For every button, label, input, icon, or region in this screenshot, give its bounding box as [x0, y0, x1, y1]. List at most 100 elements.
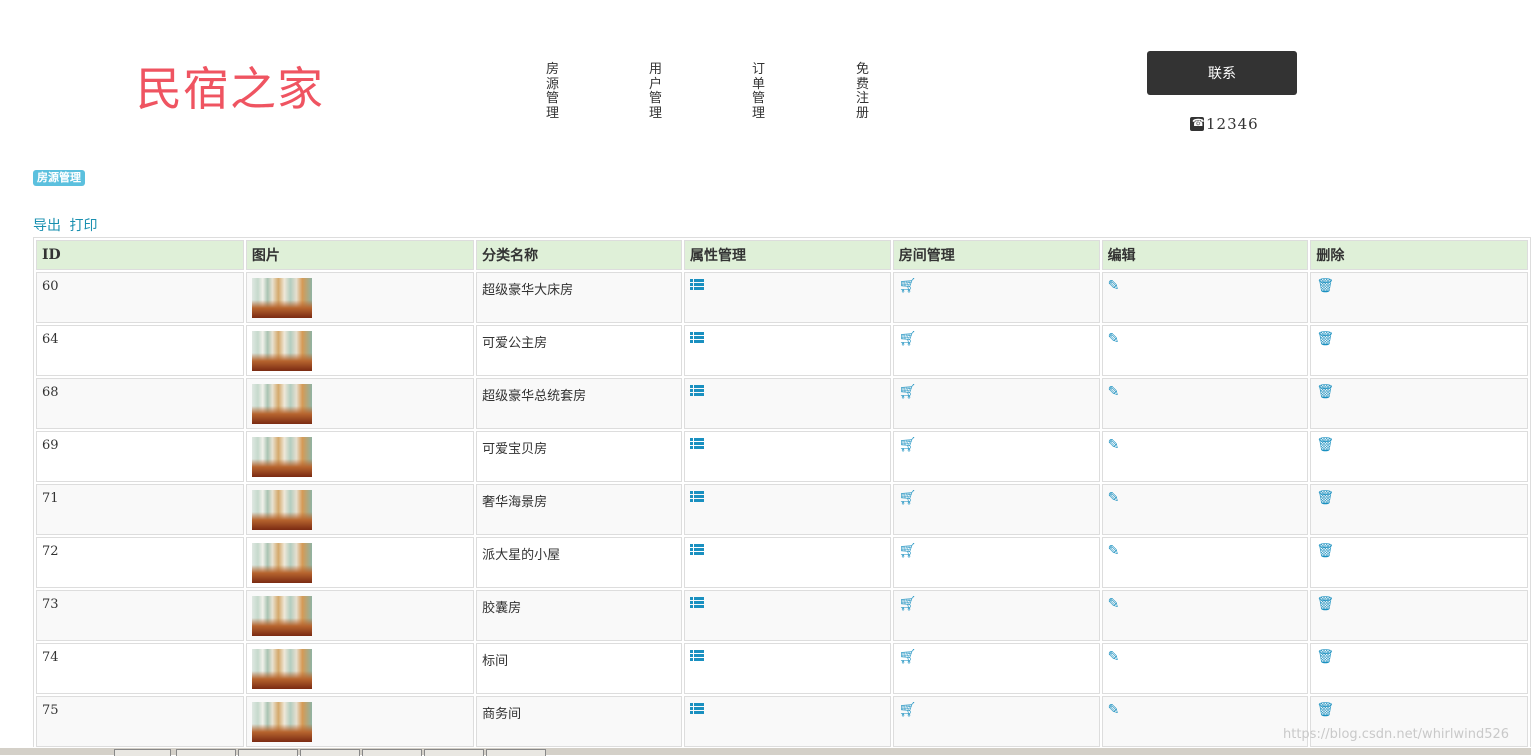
- room-thumbnail[interactable]: [251, 649, 312, 689]
- phone-number: 12346: [1206, 115, 1259, 133]
- cell-id: 74: [36, 643, 244, 694]
- cart-icon[interactable]: 🛒︎: [899, 279, 917, 293]
- cart-icon[interactable]: 🛒︎: [899, 544, 917, 558]
- cell-attr: [683, 537, 891, 588]
- edit-icon[interactable]: ✎: [1108, 491, 1120, 505]
- cell-attr: [683, 484, 891, 535]
- trash-icon[interactable]: 🗑︎: [1316, 491, 1334, 505]
- cell-edit: ✎: [1101, 325, 1309, 376]
- taskbar-button[interactable]: [424, 749, 484, 756]
- export-link[interactable]: 导出: [33, 218, 61, 234]
- table-row: 71 奢华海景房 🛒︎ ✎ 🗑︎: [36, 484, 1528, 535]
- trash-icon[interactable]: 🗑︎: [1316, 279, 1334, 293]
- taskbar-button[interactable]: [114, 749, 171, 756]
- cell-attr: [683, 696, 891, 747]
- cell-category-name: 派大星的小屋: [476, 537, 682, 588]
- trash-icon[interactable]: 🗑︎: [1316, 332, 1334, 346]
- cell-category-name: 奢华海景房: [476, 484, 682, 535]
- cell-category-name: 标间: [476, 643, 682, 694]
- room-thumbnail[interactable]: [251, 702, 312, 742]
- cell-id: 60: [36, 272, 244, 323]
- cell-edit: ✎: [1101, 272, 1309, 323]
- cell-attr: [683, 325, 891, 376]
- trash-icon[interactable]: 🗑︎: [1316, 597, 1334, 611]
- taskbar-button[interactable]: [176, 749, 236, 756]
- cell-room: 🛒︎: [892, 431, 1100, 482]
- room-thumbnail[interactable]: [251, 278, 312, 318]
- print-link[interactable]: 打印: [69, 218, 97, 234]
- nav-house-management[interactable]: 房源管理: [546, 62, 566, 121]
- cell-room: 🛒︎: [892, 272, 1100, 323]
- cell-attr: [683, 643, 891, 694]
- cell-image: [245, 431, 475, 482]
- room-thumbnail[interactable]: [251, 331, 312, 371]
- list-icon[interactable]: [689, 332, 704, 343]
- cell-image: [245, 325, 475, 376]
- room-thumbnail[interactable]: [251, 596, 312, 636]
- cell-attr: [683, 590, 891, 641]
- trash-icon[interactable]: 🗑︎: [1316, 703, 1334, 717]
- list-icon[interactable]: [689, 597, 704, 608]
- taskbar-button[interactable]: [486, 749, 546, 756]
- cell-category-name: 可爱公主房: [476, 325, 682, 376]
- trash-icon[interactable]: 🗑︎: [1316, 438, 1334, 452]
- edit-icon[interactable]: ✎: [1108, 703, 1120, 717]
- edit-icon[interactable]: ✎: [1108, 332, 1120, 346]
- list-icon[interactable]: [689, 703, 704, 714]
- cell-image: [245, 537, 475, 588]
- edit-icon[interactable]: ✎: [1108, 279, 1120, 293]
- cell-room: 🛒︎: [892, 590, 1100, 641]
- cell-image: [245, 590, 475, 641]
- table-row: 60 超级豪华大床房 🛒︎ ✎ 🗑︎: [36, 272, 1528, 323]
- trash-icon[interactable]: 🗑︎: [1316, 650, 1334, 664]
- col-header-id: ID: [36, 240, 244, 270]
- room-thumbnail[interactable]: [251, 437, 312, 477]
- contact-button[interactable]: 联系: [1147, 51, 1297, 95]
- room-thumbnail[interactable]: [251, 384, 312, 424]
- cell-image: [245, 643, 475, 694]
- section-badge: 房源管理: [33, 170, 85, 186]
- cell-id: 69: [36, 431, 244, 482]
- cart-icon[interactable]: 🛒︎: [899, 597, 917, 611]
- trash-icon[interactable]: 🗑︎: [1316, 385, 1334, 399]
- cell-delete: 🗑︎: [1310, 272, 1528, 323]
- edit-icon[interactable]: ✎: [1108, 650, 1120, 664]
- cell-id: 73: [36, 590, 244, 641]
- watermark: https://blog.csdn.net/whirlwind526: [1283, 727, 1510, 742]
- list-icon[interactable]: [689, 279, 704, 290]
- edit-icon[interactable]: ✎: [1108, 544, 1120, 558]
- cart-icon[interactable]: 🛒︎: [899, 650, 917, 664]
- taskbar-button[interactable]: [362, 749, 422, 756]
- cart-icon[interactable]: 🛒︎: [899, 385, 917, 399]
- cell-delete: 🗑︎: [1310, 590, 1528, 641]
- list-icon[interactable]: [689, 438, 704, 449]
- list-icon[interactable]: [689, 650, 704, 661]
- nav-order-management[interactable]: 订单管理: [752, 62, 772, 121]
- cart-icon[interactable]: 🛒︎: [899, 703, 917, 717]
- taskbar-button[interactable]: [300, 749, 360, 756]
- cart-icon[interactable]: 🛒︎: [899, 332, 917, 346]
- cell-room: 🛒︎: [892, 378, 1100, 429]
- site-logo[interactable]: 民宿之家: [136, 58, 324, 120]
- cart-icon[interactable]: 🛒︎: [899, 438, 917, 452]
- cell-image: [245, 696, 475, 747]
- list-icon[interactable]: [689, 544, 704, 555]
- room-thumbnail[interactable]: [251, 490, 312, 530]
- phone-icon: [1190, 117, 1205, 131]
- list-icon[interactable]: [689, 491, 704, 502]
- cart-icon[interactable]: 🛒︎: [899, 491, 917, 505]
- cell-image: [245, 484, 475, 535]
- edit-icon[interactable]: ✎: [1108, 385, 1120, 399]
- list-icon[interactable]: [689, 385, 704, 396]
- nav-user-management[interactable]: 用户管理: [649, 62, 669, 121]
- table-row: 68 超级豪华总统套房 🛒︎ ✎ 🗑︎: [36, 378, 1528, 429]
- edit-icon[interactable]: ✎: [1108, 438, 1120, 452]
- edit-icon[interactable]: ✎: [1108, 597, 1120, 611]
- taskbar-button[interactable]: [238, 749, 298, 756]
- trash-icon[interactable]: 🗑︎: [1316, 544, 1334, 558]
- house-table: ID 图片 分类名称 属性管理 房间管理 编辑 删除 60 超级豪华大床房 🛒︎ ✎ 🗑…: [33, 237, 1531, 750]
- room-thumbnail[interactable]: [251, 543, 312, 583]
- nav-free-register[interactable]: 免费注册: [856, 62, 876, 121]
- phone-info: 12346: [1190, 115, 1259, 133]
- cell-category-name: 超级豪华总统套房: [476, 378, 682, 429]
